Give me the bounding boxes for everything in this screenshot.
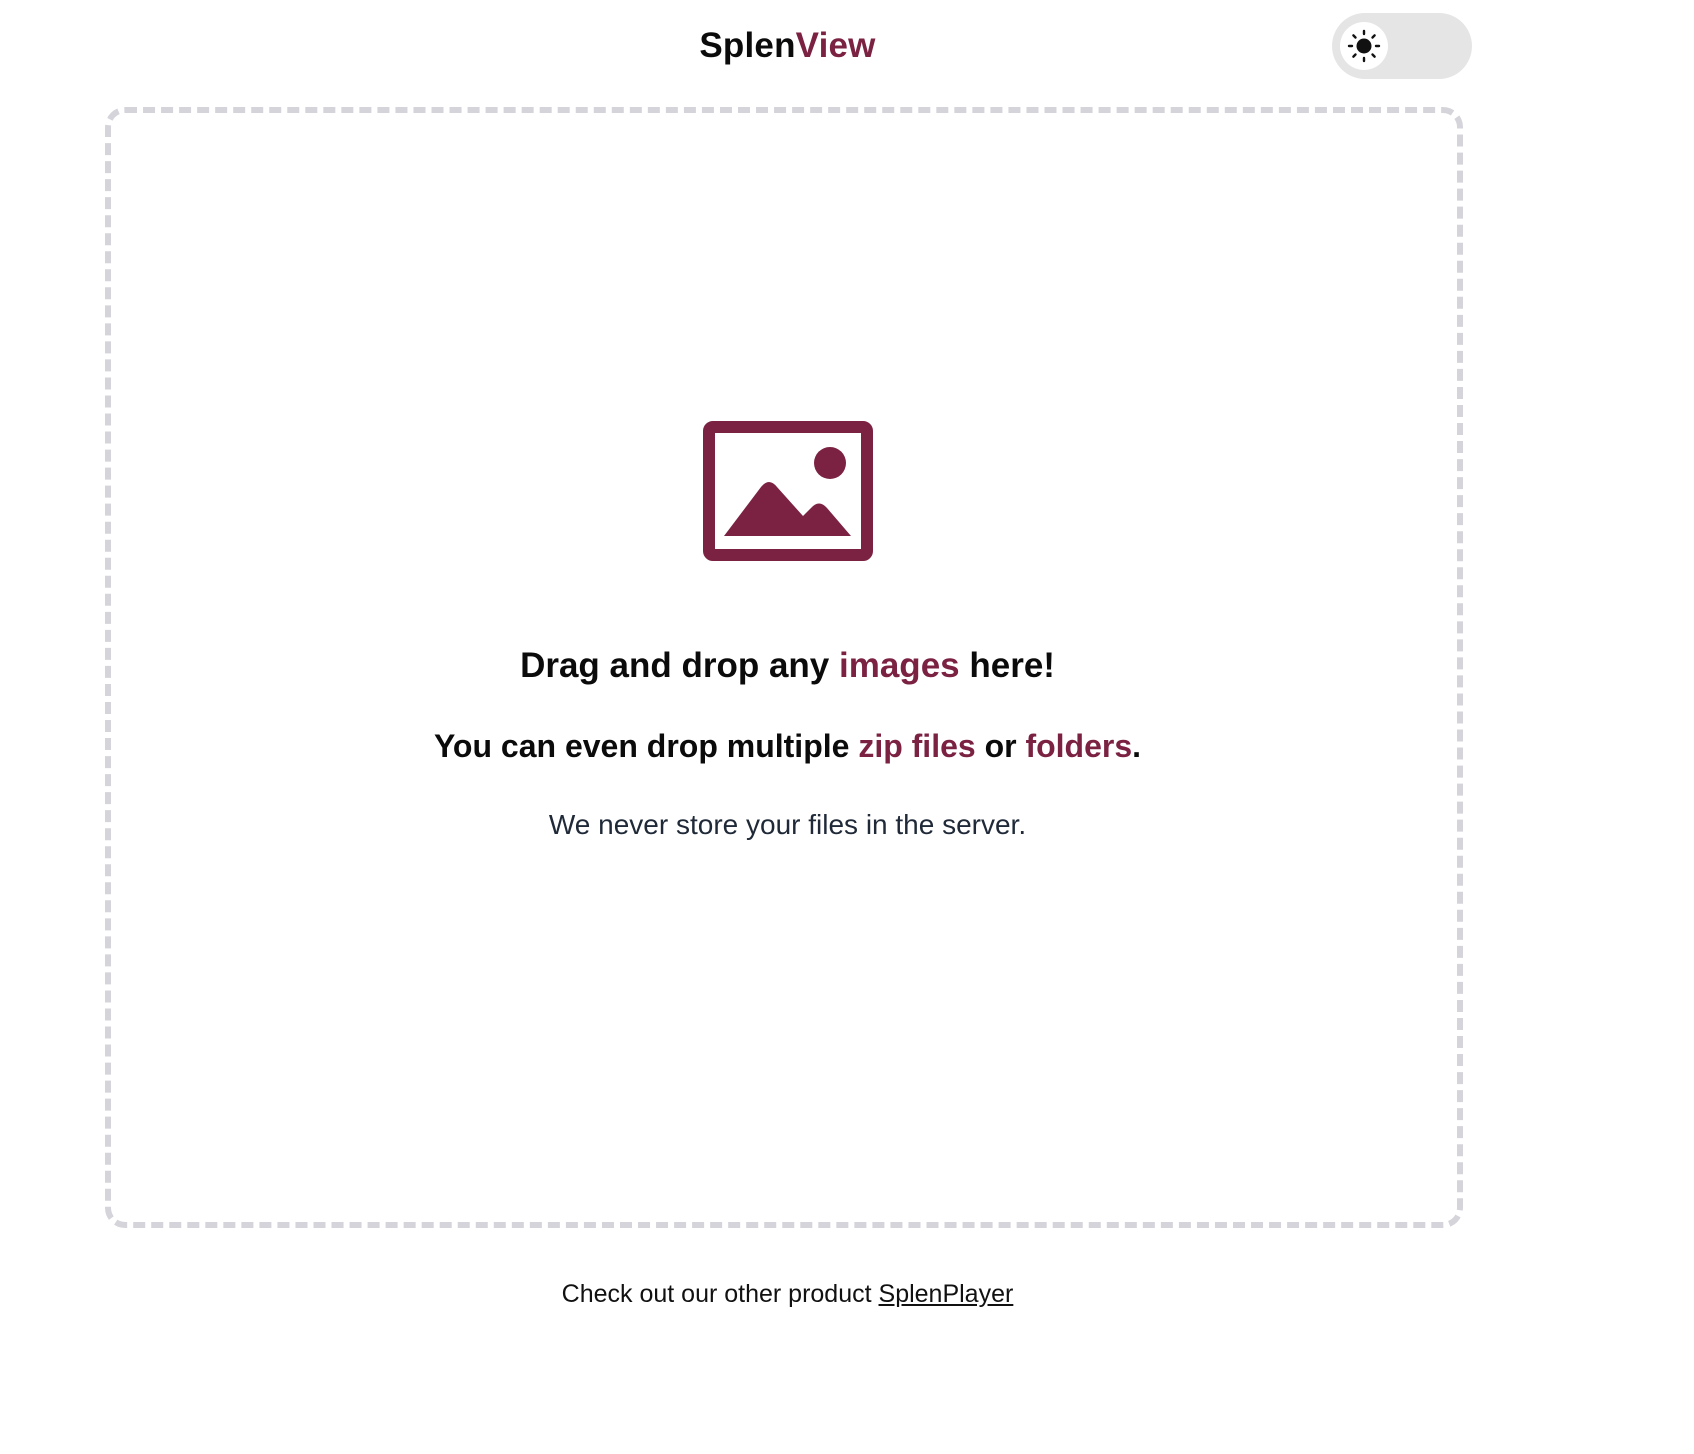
header: SplenView <box>0 0 1694 100</box>
folders-highlight: folders <box>1025 728 1133 764</box>
drop-subheading-text: You can even drop multiple <box>433 728 859 764</box>
drop-heading: Drag and drop any images here! <box>0 646 1575 686</box>
drop-heading-end: here! <box>959 646 1055 685</box>
sun-icon <box>1347 29 1381 63</box>
theme-toggle[interactable] <box>1332 13 1472 79</box>
image-icon <box>703 421 873 561</box>
drop-subheading-or: or <box>975 728 1026 764</box>
toggle-knob[interactable] <box>1340 22 1388 70</box>
drop-subheading-end: . <box>1132 728 1142 764</box>
splenplayer-link[interactable]: SplenPlayer <box>879 1280 1014 1308</box>
drop-heading-text: Drag and drop any <box>520 646 839 685</box>
images-highlight: images <box>839 646 960 685</box>
brand-splen: Splen <box>699 26 796 65</box>
footer-text: Check out our other product <box>561 1280 879 1308</box>
brand-view: View <box>795 26 876 65</box>
drop-subheading: You can even drop multiple zip files or … <box>0 728 1575 765</box>
zip-files-highlight: zip files <box>858 728 976 764</box>
footer: Check out our other product SplenPlayer <box>0 1280 1575 1309</box>
privacy-note: We never store your files in the server. <box>548 809 1027 840</box>
